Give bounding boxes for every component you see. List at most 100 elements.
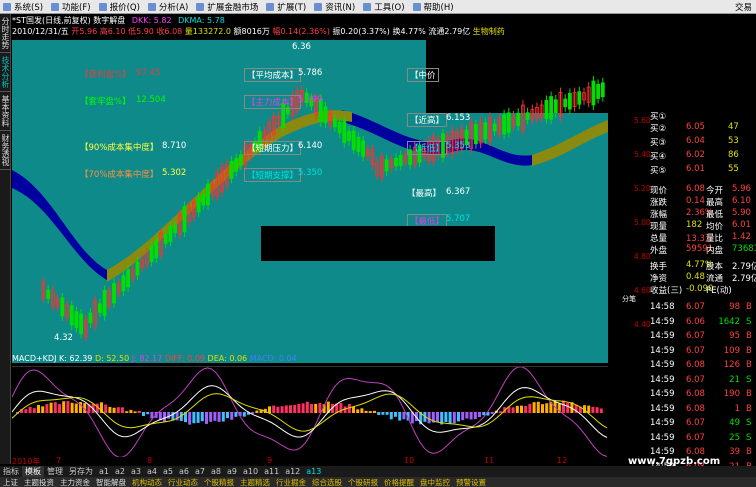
candle-body (206, 183, 210, 206)
status-item-3[interactable]: 智能解盘 (93, 477, 129, 487)
macd-bar (276, 406, 280, 413)
kline-chart[interactable]: 【获利盘%】 97.45 【套牢盘%】 12.504 【90%成本集中度】 8.… (12, 40, 608, 363)
candle-body (342, 120, 347, 144)
stat-row: 外盘59591内盘73681 (610, 244, 756, 256)
macd-bar (188, 412, 192, 425)
macd-bar (402, 412, 406, 420)
highest-label: 【最高】 (407, 189, 442, 199)
left-tab-0[interactable]: 分时走势 (0, 14, 11, 53)
menu-bar: 系统(S) 功能(F) 报价(Q) 分析(A) 扩展金融市场 扩展(T) 资讯(N) 工具(O… (0, 0, 756, 14)
stock-title: *ST国发(日线,前复权) 数字解盘 (12, 16, 126, 25)
template-tab-12[interactable]: a9 (224, 467, 240, 476)
buy-label: 买③ (650, 138, 667, 148)
status-item-9[interactable]: 综合选股 (309, 477, 345, 487)
candle-body (234, 158, 239, 172)
macd-bar (28, 406, 32, 413)
date-axis: 2010年 7 8 9 10 11 12 (12, 456, 608, 466)
macd-bar (545, 403, 549, 413)
menu-trade[interactable]: 交易 (735, 1, 756, 13)
template-tab-1[interactable]: 模板 (22, 466, 44, 477)
template-tabs: 指标 模板 管理 另存为 a1 a2 a3 a4 a5 a6 a7 a8 a9 a10 a11 a12 a13 (0, 466, 756, 477)
candle-body (356, 136, 361, 152)
stat-row: 换手 4.77% 股本 2.79亿 (610, 260, 756, 272)
left-tab-2[interactable]: 基本资料 (0, 92, 11, 131)
macd-bar (398, 412, 402, 421)
macd-bar (137, 410, 141, 413)
macd-bar (108, 406, 112, 413)
tick-flag: B (746, 360, 752, 370)
stat-label: 外盘 (650, 246, 668, 256)
chart-header-line2: 2010/12/31/五 开5.96 高6.10 低5.90 收6.08 量13… (12, 26, 505, 37)
status-item-11[interactable]: 价格提醒 (381, 477, 417, 487)
tick-price: 6.07 (686, 374, 705, 385)
menu-item-1[interactable]: 功能(F) (48, 1, 96, 13)
tick-row: 14:58 6.07 98 B (610, 302, 756, 314)
template-tab-15[interactable]: a12 (282, 467, 303, 476)
menu-item-5[interactable]: 扩展(T) (263, 1, 311, 13)
macd-bar (528, 403, 532, 413)
template-tab-2[interactable]: 管理 (44, 466, 66, 477)
left-tab-1[interactable]: 技术分析 (0, 53, 11, 92)
menu-item-4[interactable]: 扩展金融市场 (193, 1, 263, 13)
indicator-chart[interactable]: 100.0050.000.00 (11, 366, 651, 458)
template-tab-4[interactable]: a1 (96, 467, 112, 476)
buy-row: 买② 6.05 47 (610, 122, 756, 134)
macd-bar (305, 401, 309, 413)
bar-amount: 额8016万 (233, 27, 270, 36)
bar-close: 收6.08 (156, 27, 183, 36)
status-item-10[interactable]: 个股研报 (345, 477, 381, 487)
left-tab-3[interactable]: 财务透视 (0, 131, 11, 170)
status-item-13[interactable]: 预警设置 (453, 477, 489, 487)
macd-bar (24, 409, 28, 413)
template-tab-16[interactable]: a13 (303, 467, 324, 476)
tick-flag: S (746, 374, 752, 385)
status-item-0[interactable]: 上证 (0, 477, 21, 487)
template-tab-5[interactable]: a2 (112, 467, 128, 476)
candle-body (483, 122, 488, 140)
tick-flag: S (746, 418, 752, 428)
status-item-7[interactable]: 主题精选 (237, 477, 273, 487)
template-tab-7[interactable]: a4 (144, 467, 160, 476)
menu-item-8[interactable]: 帮助(H) (410, 1, 459, 13)
menu-item-0[interactable]: 系统(S) (0, 1, 48, 13)
status-item-6[interactable]: 个股精报 (201, 477, 237, 487)
x-tick-label: 8 (147, 456, 153, 465)
status-item-4[interactable]: 机构动态 (129, 477, 165, 487)
menu-item-7[interactable]: 工具(O) (360, 1, 409, 13)
tick-row: 14:59 6.08 1 B (610, 404, 756, 416)
status-item-2[interactable]: 主力资金 (57, 477, 93, 487)
status-item-8[interactable]: 行业掘金 (273, 477, 309, 487)
x-tick-label: 11 (484, 456, 495, 465)
macd-bar (566, 402, 570, 413)
candle-body (46, 289, 51, 299)
template-tab-9[interactable]: a6 (176, 467, 192, 476)
template-tab-10[interactable]: a7 (192, 467, 208, 476)
menu-item-3[interactable]: 分析(A) (145, 1, 193, 13)
dkk-value: DKK: 5.82 (131, 16, 172, 25)
macd-bar (125, 411, 129, 413)
menu-item-6[interactable]: 资讯(N) (311, 1, 360, 13)
stat-row: 现价 6.08 今开 5.96 (610, 184, 756, 196)
template-tab-6[interactable]: a3 (128, 467, 144, 476)
stat-label: 量比 (706, 234, 724, 244)
candle-body (74, 311, 79, 328)
status-item-5[interactable]: 行业动态 (165, 477, 201, 487)
candle-body (394, 157, 398, 167)
status-item-12[interactable]: 盘中监控 (417, 477, 453, 487)
buy-price: 6.04 (686, 136, 705, 146)
status-item-1[interactable]: 主题投资 (21, 477, 57, 487)
template-tab-3[interactable]: 另存为 (66, 466, 96, 477)
menu-item-2[interactable]: 报价(Q) (96, 1, 145, 13)
candle-body (182, 206, 187, 233)
candle-body (121, 275, 126, 292)
template-tab-8[interactable]: a5 (160, 467, 176, 476)
template-tab-11[interactable]: a8 (208, 467, 224, 476)
template-tab-0[interactable]: 指标 (0, 466, 22, 477)
buy-row: 买④ 6.02 86 (610, 150, 756, 162)
stat-value: 5.90 (732, 208, 751, 218)
conc70-label: 【70%成本集中度】 (80, 170, 159, 180)
template-tab-13[interactable]: a10 (240, 467, 261, 476)
candle-body (173, 225, 178, 233)
template-tab-14[interactable]: a11 (261, 467, 282, 476)
stat-label: 现价 (650, 186, 668, 196)
